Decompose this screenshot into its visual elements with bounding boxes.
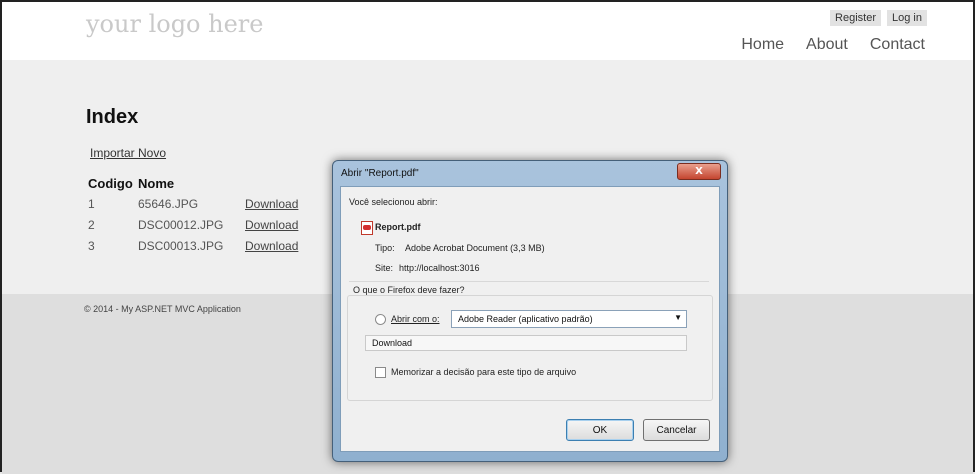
cell-codigo: 3 bbox=[88, 239, 95, 253]
dialog-body: Você selecionou abrir: Report.pdf Tipo: … bbox=[340, 186, 720, 452]
site-label: Site: bbox=[375, 263, 394, 273]
close-icon: X bbox=[695, 166, 703, 177]
cell-action: Download bbox=[245, 237, 298, 258]
open-with-radio[interactable] bbox=[375, 314, 386, 325]
cell-action: Download bbox=[245, 216, 298, 237]
question-label: O que o Firefox deve fazer? bbox=[353, 285, 465, 295]
main-nav: Home About Contact bbox=[741, 36, 925, 54]
cell-action: Download bbox=[245, 195, 298, 216]
remember-label[interactable]: Memorizar a decisão para este tipo de ar… bbox=[391, 367, 576, 377]
download-label: Download bbox=[372, 338, 413, 348]
type-value: Adobe Acrobat Document (3,3 MB) bbox=[405, 243, 545, 253]
remember-checkbox[interactable] bbox=[375, 367, 386, 378]
site-value: http://localhost:3016 bbox=[399, 263, 480, 273]
column-header-codigo: Codigo bbox=[88, 176, 133, 191]
page-title: Index bbox=[86, 106, 139, 128]
cancel-button[interactable]: Cancelar bbox=[643, 419, 710, 441]
login-link[interactable]: Log in bbox=[887, 10, 927, 26]
nav-about[interactable]: About bbox=[806, 36, 848, 54]
footer-copyright: © 2014 - My ASP.NET MVC Application bbox=[84, 304, 241, 314]
import-new-link[interactable]: Importar Novo bbox=[90, 146, 166, 160]
file-name: Report.pdf bbox=[375, 222, 421, 232]
nav-home[interactable]: Home bbox=[741, 36, 784, 54]
nav-contact[interactable]: Contact bbox=[870, 36, 925, 54]
column-header-action bbox=[245, 176, 298, 195]
cell-nome: DSC00013.JPG bbox=[138, 239, 224, 253]
table-row: 3 DSC00013.JPG Download bbox=[86, 237, 298, 258]
file-table: Codigo Nome 1 65646.JPG Download 2 DSC00… bbox=[86, 176, 298, 258]
pdf-file-icon bbox=[361, 221, 373, 235]
site-header: your logo here Register Log in Home Abou… bbox=[2, 2, 973, 80]
login-links: Register Log in bbox=[830, 10, 927, 26]
table-row: 1 65646.JPG Download bbox=[86, 195, 298, 216]
cell-nome: 65646.JPG bbox=[138, 197, 199, 211]
download-link[interactable]: Download bbox=[245, 197, 298, 211]
ok-button[interactable]: OK bbox=[566, 419, 634, 441]
cell-codigo: 1 bbox=[88, 197, 95, 211]
download-link[interactable]: Download bbox=[245, 218, 298, 232]
type-label: Tipo: bbox=[375, 243, 395, 253]
cell-nome: DSC00012.JPG bbox=[138, 218, 224, 232]
section-divider bbox=[349, 281, 709, 282]
site-logo[interactable]: your logo here bbox=[86, 10, 263, 38]
chevron-down-icon: ▼ bbox=[674, 313, 682, 322]
application-select[interactable]: Adobe Reader (aplicativo padrão) ▼ bbox=[451, 310, 687, 328]
download-option[interactable]: Download bbox=[365, 335, 687, 351]
application-select-value: Adobe Reader (aplicativo padrão) bbox=[458, 314, 593, 324]
table-row: 2 DSC00012.JPG Download bbox=[86, 216, 298, 237]
open-with-label[interactable]: Abrir com o: bbox=[391, 314, 440, 324]
close-button[interactable]: X bbox=[677, 163, 721, 180]
selected-label: Você selecionou abrir: bbox=[349, 197, 438, 207]
table-header-row: Codigo Nome bbox=[86, 176, 298, 195]
column-header-nome: Nome bbox=[138, 176, 175, 191]
cell-codigo: 2 bbox=[88, 218, 95, 232]
open-file-dialog: Abrir "Report.pdf" X Você selecionou abr… bbox=[332, 160, 728, 462]
download-link[interactable]: Download bbox=[245, 239, 298, 253]
register-link[interactable]: Register bbox=[830, 10, 882, 26]
dialog-title: Abrir "Report.pdf" bbox=[341, 168, 419, 179]
